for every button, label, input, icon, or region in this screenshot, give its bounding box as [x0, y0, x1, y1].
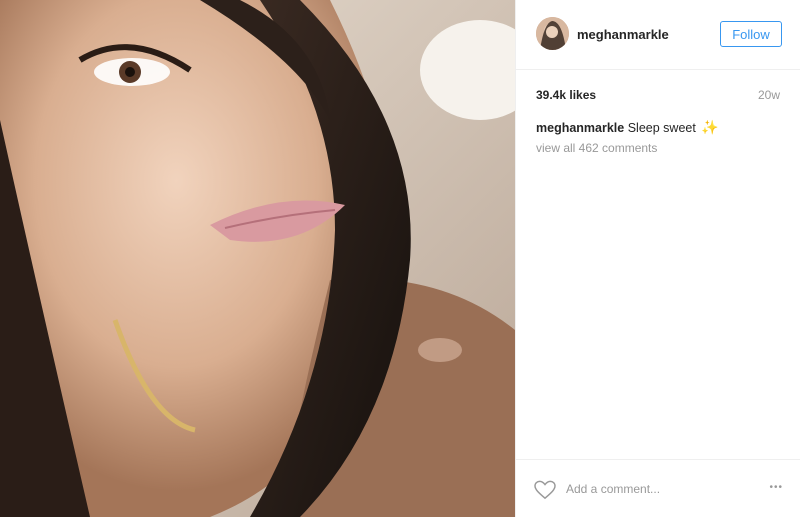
post-footer: ••• — [516, 459, 800, 517]
post-caption: meghanmarkle Sleep sweet ✨ — [536, 119, 719, 136]
caption-text: Sleep sweet — [627, 121, 696, 135]
post-photo[interactable] — [0, 0, 515, 517]
post-username[interactable]: meghanmarkle — [577, 27, 669, 42]
post-header: meghanmarkle Follow — [516, 0, 800, 70]
selfie-image — [0, 0, 515, 517]
caption-username[interactable]: meghanmarkle — [536, 121, 624, 135]
sparkles-emoji: ✨ — [701, 119, 719, 135]
more-options-icon[interactable]: ••• — [769, 482, 783, 493]
post-sidebar: meghanmarkle Follow 39.4k likes 20w megh… — [515, 0, 800, 517]
heart-icon[interactable] — [534, 480, 556, 500]
avatar[interactable] — [536, 17, 569, 50]
likes-count[interactable]: 39.4k likes — [536, 88, 596, 102]
add-comment-input[interactable] — [566, 480, 741, 498]
post-age[interactable]: 20w — [758, 88, 780, 102]
follow-button[interactable]: Follow — [720, 21, 782, 47]
view-all-comments-link[interactable]: view all 462 comments — [536, 141, 657, 155]
